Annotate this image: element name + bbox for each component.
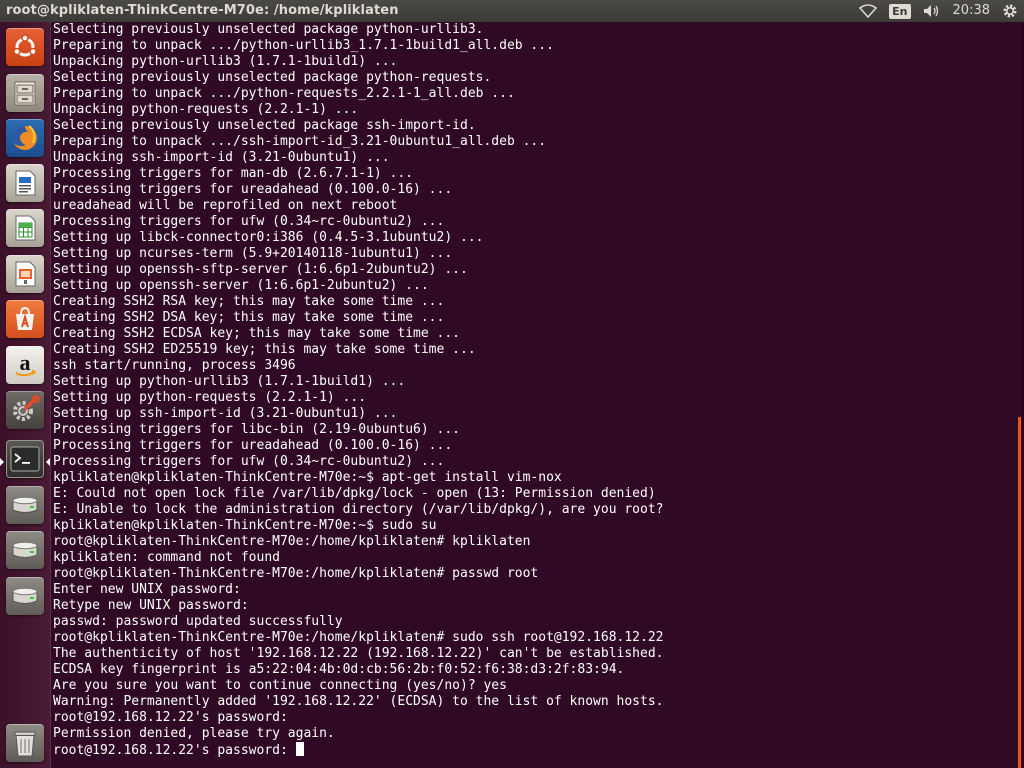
terminal-line: root@192.168.12.22's password: xyxy=(53,710,288,725)
terminal-line: Creating SSH2 RSA key; this may take som… xyxy=(53,294,445,309)
gear-icon[interactable] xyxy=(1002,0,1018,22)
indicator-area: En 20:38 xyxy=(847,0,1018,22)
terminal-line: Setting up ssh-import-id (3.21-0ubuntu1)… xyxy=(53,406,398,421)
terminal-line: Retype new UNIX password: xyxy=(53,598,249,613)
terminal-line: Selecting previously unselected package … xyxy=(53,70,492,85)
terminal-line: Preparing to unpack .../python-urllib3_1… xyxy=(53,38,554,53)
terminal-line: Setting up ncurses-term (5.9+20140118-1u… xyxy=(53,246,453,261)
ubuntu-logo-icon[interactable] xyxy=(6,28,44,66)
terminal-line: Setting up libck-connector0:i386 (0.4.5-… xyxy=(53,230,484,245)
terminal-line: Preparing to unpack .../ssh-import-id_3.… xyxy=(53,134,547,149)
terminal-line: Setting up openssh-sftp-server (1:6.6p1-… xyxy=(53,262,468,277)
terminal-line: Unpacking python-requests (2.2.1-1) ... xyxy=(53,102,359,117)
hard-drive-icon[interactable] xyxy=(6,577,44,615)
impress-icon[interactable] xyxy=(6,255,44,293)
terminal-line: Setting up openssh-server (1:6.6p1-2ubun… xyxy=(53,278,429,293)
terminal-line: root@kpliklaten-ThinkCentre-M70e:/home/k… xyxy=(53,534,531,549)
text-cursor xyxy=(295,742,304,756)
terminal-line: Creating SSH2 ECDSA key; this may take s… xyxy=(53,326,460,341)
terminal-line: Processing triggers for ufw (0.34~rc-0ub… xyxy=(53,454,445,469)
terminal-line: Processing triggers for ureadahead (0.10… xyxy=(53,182,453,197)
svg-text:a: a xyxy=(20,350,31,375)
terminal-line: root@kpliklaten-ThinkCentre-M70e:/home/k… xyxy=(53,566,539,581)
hard-drive-icon[interactable] xyxy=(6,531,44,569)
terminal-line: E: Could not open lock file /var/lib/dpk… xyxy=(53,486,656,501)
terminal-line: Warning: Permanently added '192.168.12.2… xyxy=(53,694,664,709)
terminal-line: Setting up python-urllib3 (1.7.1-1build1… xyxy=(53,374,406,389)
clock-label: 20:38 xyxy=(952,3,990,18)
scrollbar-indicator[interactable] xyxy=(1018,417,1021,768)
terminal-line: Processing triggers for libc-bin (2.19-0… xyxy=(53,422,460,437)
terminal-output[interactable]: Selecting previously unselected package … xyxy=(53,22,663,758)
terminal-window[interactable]: Selecting previously unselected package … xyxy=(51,22,1021,768)
terminal-line: Are you sure you want to continue connec… xyxy=(53,678,507,693)
terminal-line: Processing triggers for ureadahead (0.10… xyxy=(53,438,453,453)
terminal-line: Setting up python-requests (2.2.1-1) ... xyxy=(53,390,367,405)
terminal-line: kpliklaten: command not found xyxy=(53,550,280,565)
terminal-prompt-line[interactable]: root@192.168.12.22's password: xyxy=(53,742,663,758)
software-center-icon[interactable] xyxy=(6,300,44,338)
wifi-icon[interactable] xyxy=(859,0,878,22)
clock[interactable]: 20:38 xyxy=(953,0,990,22)
terminal-line: kpliklaten@kpliklaten-ThinkCentre-M70e:~… xyxy=(53,518,437,533)
terminal-line: Permission denied, please try again. xyxy=(53,726,335,741)
file-cabinet-icon[interactable] xyxy=(6,74,44,112)
terminal-line: ureadahead will be reprofiled on next re… xyxy=(53,198,398,213)
terminal-line: Processing triggers for ufw (0.34~rc-0ub… xyxy=(53,214,445,229)
terminal-line: E: Unable to lock the administration dir… xyxy=(53,502,664,517)
terminal-line: Selecting previously unselected package … xyxy=(53,22,484,37)
active-indicator xyxy=(0,458,4,466)
volume-icon[interactable] xyxy=(923,0,941,22)
window-title: root@kpliklaten-ThinkCentre-M70e: /home/… xyxy=(6,3,399,18)
top-panel: root@kpliklaten-ThinkCentre-M70e: /home/… xyxy=(0,0,1024,22)
terminal-icon[interactable] xyxy=(6,440,44,478)
terminal-line: ssh start/running, process 3496 xyxy=(53,358,296,373)
terminal-line: Processing triggers for man-db (2.6.7.1-… xyxy=(53,166,414,181)
terminal-line: kpliklaten@kpliklaten-ThinkCentre-M70e:~… xyxy=(53,470,562,485)
terminal-line: Preparing to unpack .../python-requests_… xyxy=(53,86,515,101)
launcher: a xyxy=(0,22,51,768)
focus-indicator xyxy=(46,458,50,466)
amazon-icon[interactable]: a xyxy=(6,346,44,384)
writer-icon[interactable] xyxy=(6,164,44,202)
trash-icon[interactable] xyxy=(6,724,44,762)
terminal-line: Creating SSH2 ED25519 key; this may take… xyxy=(53,342,476,357)
terminal-line: Unpacking ssh-import-id (3.21-0ubuntu1) … xyxy=(53,150,390,165)
prompt-text: root@192.168.12.22's password: xyxy=(53,743,296,758)
terminal-line: Unpacking python-urllib3 (1.7.1-1build1)… xyxy=(53,54,398,69)
terminal-line: root@kpliklaten-ThinkCentre-M70e:/home/k… xyxy=(53,630,664,645)
keyboard-language-indicator[interactable]: En xyxy=(889,0,911,22)
firefox-icon[interactable] xyxy=(6,119,44,157)
terminal-line: passwd: password updated successfully xyxy=(53,614,343,629)
terminal-line: The authenticity of host '192.168.12.22 … xyxy=(53,646,664,661)
terminal-line: Enter new UNIX password: xyxy=(53,582,241,597)
calc-icon[interactable] xyxy=(6,209,44,247)
settings-wrench-icon[interactable] xyxy=(6,391,44,429)
terminal-line: Creating SSH2 DSA key; this may take som… xyxy=(53,310,445,325)
language-label: En xyxy=(889,3,911,19)
terminal-line: ECDSA key fingerprint is a5:22:04:4b:0d:… xyxy=(53,662,625,677)
hard-drive-icon[interactable] xyxy=(6,486,44,524)
terminal-line: Selecting previously unselected package … xyxy=(53,118,476,133)
